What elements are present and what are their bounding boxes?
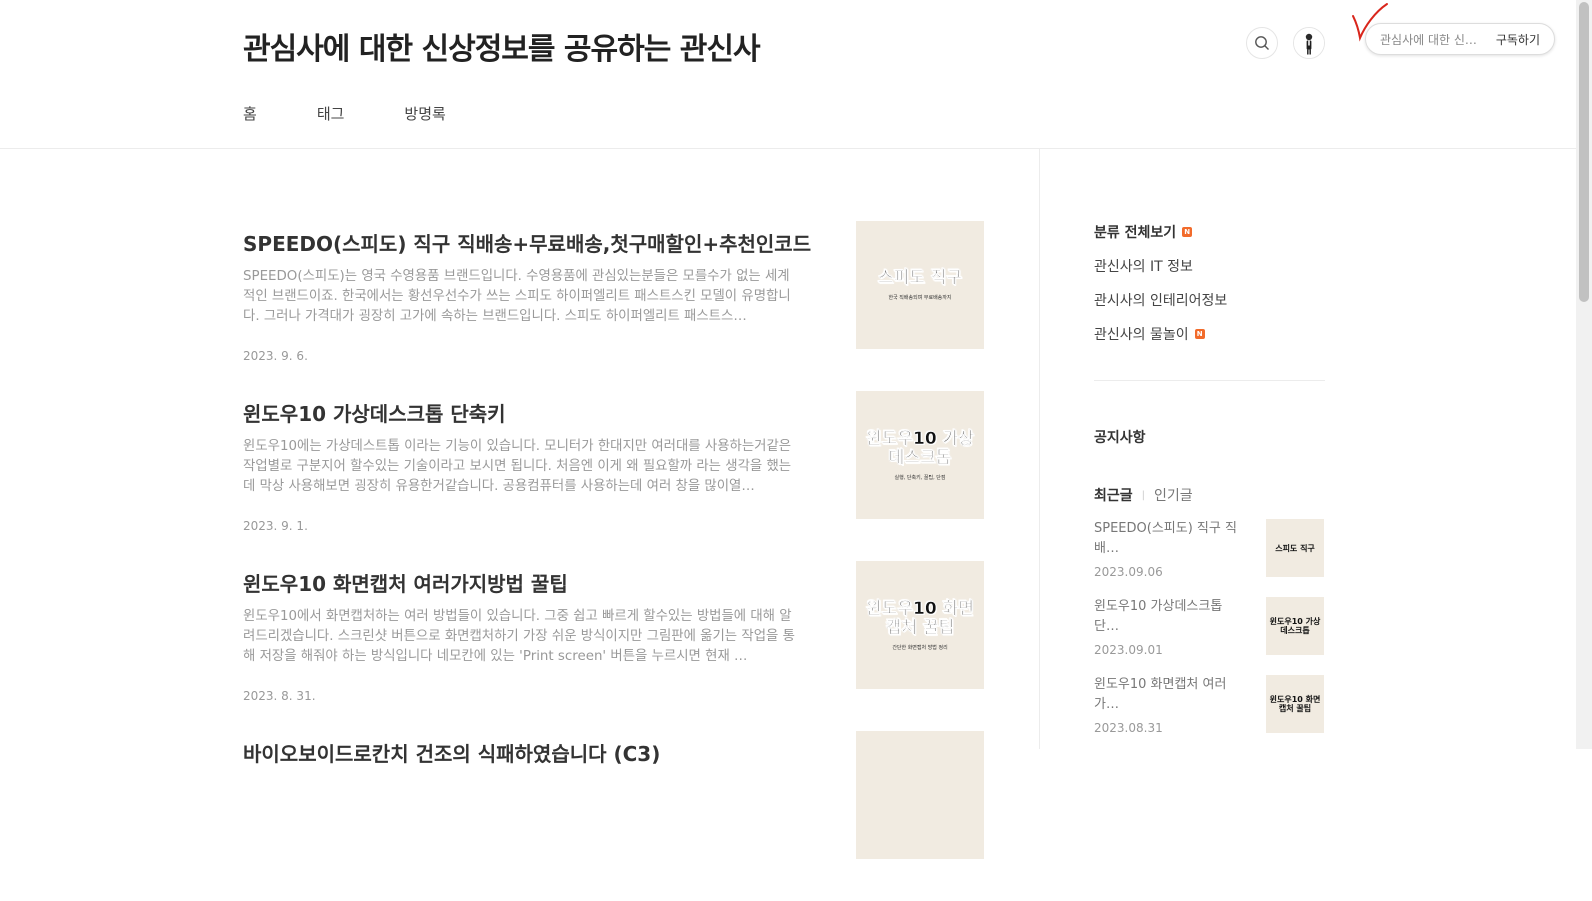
post-excerpt: SPEEDO(스피도)는 영국 수영용품 브랜드입니다. 수영용품에 관심있는분…	[243, 269, 791, 324]
recent-post-thumbnail[interactable]: 윈도우10 가상데스크톱	[1266, 597, 1324, 655]
nav-tags[interactable]: 태그	[317, 103, 345, 124]
tab-recent[interactable]: 최근글	[1094, 485, 1133, 505]
post-thumbnail[interactable]: 스피도 직구 한국 직배송되며 무료배송까지	[856, 221, 984, 349]
recent-post-item[interactable]: 윈도우10 화면캡처 여러가… 2023.08.31 윈도우10 화면캡처 꿀팁	[1094, 675, 1325, 753]
thumbnail-subtitle: 한국 직배송되며 무료배송까지	[888, 295, 952, 301]
scrollbar-thumb[interactable]	[1579, 2, 1589, 302]
recent-post-thumbnail[interactable]: 스피도 직구	[1266, 519, 1324, 577]
new-badge-icon: N	[1182, 227, 1193, 237]
category-item-it[interactable]: 관신사의 IT 정보	[1094, 256, 1325, 276]
post-item[interactable]: 바이오보이드로칸치 건조의 식패하였습니다 (C3)	[243, 731, 987, 901]
thumbnail-subtitle: 간단한 화면캡처 방법 정리	[892, 644, 948, 651]
post-thumbnail[interactable]: 윈도우10 가상데스크톱 실행, 단축키, 꿀팁, 단점	[856, 391, 984, 519]
thumbnail-subtitle: 실행, 단축키, 꿀팁, 단점	[894, 474, 946, 481]
category-item-interior[interactable]: 관시사의 인테리어정보	[1094, 290, 1325, 310]
thumbnail-title: 윈도우10 화면캡처 꿀팁	[866, 598, 974, 638]
post-title[interactable]: 바이오보이드로칸치 건조의 식패하였습니다 (C3)	[243, 738, 660, 767]
post-item[interactable]: 윈도우10 가상데스크톱 단축키 윈도우10에는 가상데스트톱 이라는 기능이 …	[243, 391, 987, 561]
thumbnail-title: 윈도우10 가상데스크톱	[866, 428, 974, 468]
blog-header: 관심사에 대한 신상정보를 공유하는 관신사 홈 태그 방명록 관심사에 대한 …	[0, 0, 1576, 149]
thumbnail-title: 윈도우10 화면캡처 꿀팁	[1269, 695, 1321, 713]
recent-post-item[interactable]: 윈도우10 가상데스크톱 단… 2023.09.01 윈도우10 가상데스크톱	[1094, 597, 1325, 675]
category-all-label: 분류 전체보기	[1094, 225, 1177, 241]
post-thumbnail[interactable]	[856, 731, 984, 859]
post-thumbnail[interactable]: 윈도우10 화면캡처 꿀팁 간단한 화면캡처 방법 정리	[856, 561, 984, 689]
post-item[interactable]: SPEEDO(스피도) 직구 직배송+무료배송,첫구매할인+추천인코드 SPEE…	[243, 221, 987, 391]
profile-button[interactable]	[1293, 27, 1325, 59]
recent-post-title[interactable]: 윈도우10 가상데스크톱 단…	[1094, 597, 1249, 637]
post-date: 2023. 9. 1.	[243, 519, 308, 533]
category-label: 관신사의 IT 정보	[1094, 259, 1193, 275]
avatar-icon	[1294, 28, 1324, 58]
recent-post-thumbnail[interactable]: 윈도우10 화면캡처 꿀팁	[1266, 675, 1324, 733]
thumbnail-title: 윈도우10 가상데스크톱	[1269, 617, 1321, 635]
recent-post-list: SPEEDO(스피도) 직구 직배… 2023.09.06 스피도 직구 윈도우…	[1094, 519, 1325, 753]
category-label: 관신사의 물놀이	[1094, 327, 1189, 343]
sidebar: 분류 전체보기 N 관신사의 IT 정보 관시사의 인테리어정보 관신사의 물놀…	[1094, 222, 1325, 753]
search-button[interactable]	[1246, 27, 1278, 59]
thumbnail-title: 스피도 직구	[877, 268, 963, 288]
new-badge-icon: N	[1194, 329, 1205, 339]
search-icon	[1255, 36, 1269, 50]
category-all-link[interactable]: 분류 전체보기 N	[1094, 222, 1325, 242]
post-title[interactable]: 윈도우10 화면캡처 여러가지방법 꿀팁	[243, 568, 568, 597]
nav-guestbook[interactable]: 방명록	[404, 103, 445, 124]
subscribe-label: 구독하기	[1495, 32, 1540, 47]
thumbnail-title: 스피도 직구	[1275, 543, 1315, 553]
recent-post-item[interactable]: SPEEDO(스피도) 직구 직배… 2023.09.06 스피도 직구	[1094, 519, 1325, 597]
blog-title[interactable]: 관심사에 대한 신상정보를 공유하는 관신사	[243, 24, 761, 68]
tab-popular[interactable]: 인기글	[1154, 485, 1193, 505]
category-item-water-play[interactable]: 관신사의 물놀이 N	[1094, 324, 1325, 344]
nav-home[interactable]: 홈	[243, 103, 257, 124]
recent-post-title[interactable]: 윈도우10 화면캡처 여러가…	[1094, 675, 1249, 715]
subscribe-button[interactable]: 관심사에 대한 신… 구독하기	[1365, 23, 1555, 55]
page-scrollbar[interactable]	[1576, 0, 1592, 749]
tab-separator: |	[1141, 489, 1146, 501]
post-list: SPEEDO(스피도) 직구 직배송+무료배송,첫구매할인+추천인코드 SPEE…	[243, 221, 987, 901]
recent-popular-tabs: 최근글 | 인기글	[1094, 485, 1325, 505]
post-date: 2023. 8. 31.	[243, 689, 316, 703]
category-label: 관시사의 인테리어정보	[1094, 293, 1228, 309]
post-excerpt: 윈도우10에서 화면캡처하는 여러 방법들이 있습니다. 그중 쉽고 빠르게 할…	[243, 609, 795, 664]
post-date: 2023. 9. 6.	[243, 349, 308, 363]
post-title[interactable]: SPEEDO(스피도) 직구 직배송+무료배송,첫구매할인+추천인코드	[243, 228, 811, 257]
content-divider	[1039, 149, 1040, 749]
recent-post-title[interactable]: SPEEDO(스피도) 직구 직배…	[1094, 519, 1249, 559]
subscribe-blog-name: 관심사에 대한 신…	[1380, 32, 1477, 47]
main-nav: 홈 태그 방명록	[243, 103, 506, 124]
post-title[interactable]: 윈도우10 가상데스크톱 단축키	[243, 398, 506, 427]
post-item[interactable]: 윈도우10 화면캡처 여러가지방법 꿀팁 윈도우10에서 화면캡처하는 여러 방…	[243, 561, 987, 731]
notice-heading[interactable]: 공지사항	[1094, 427, 1325, 447]
sidebar-divider	[1094, 380, 1325, 381]
post-excerpt: 윈도우10에는 가상데스트톱 이라는 기능이 있습니다. 모니터가 한대지만 여…	[243, 439, 792, 494]
